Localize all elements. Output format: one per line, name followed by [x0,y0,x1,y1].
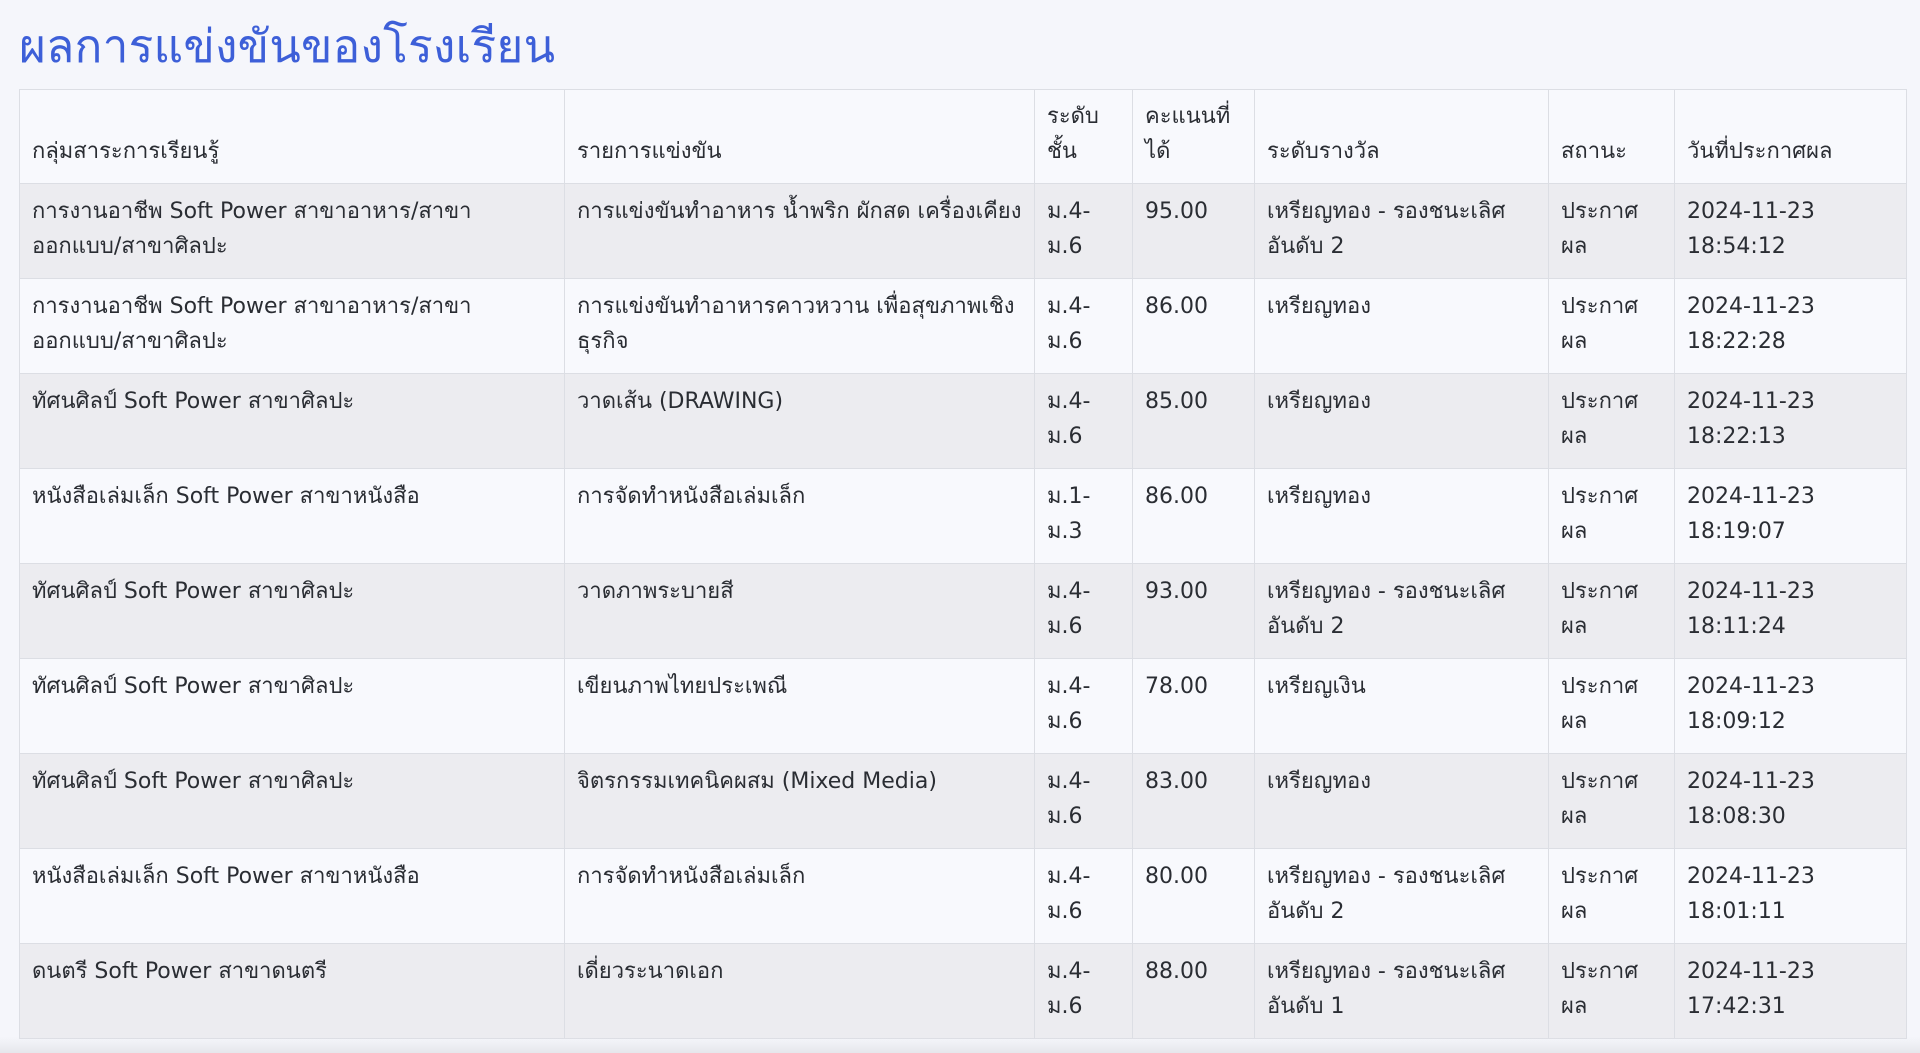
cell-status: ประกาศผล [1548,468,1675,564]
cell-competition: การจัดทำหนังสือเล่มเล็ก [564,468,1035,564]
cell-status: ประกาศผล [1548,373,1675,469]
cell-award-level: เหรียญทอง [1254,468,1549,564]
cell-subject-group: ทัศนศิลป์ Soft Power สาขาศิลปะ [19,563,565,659]
header-score: คะแนนที่ได้ [1132,89,1255,184]
header-subject-group: กลุ่มสาระการเรียนรู้ [19,89,565,184]
cell-announce-date: 2024-11-23 18:11:24 [1674,563,1907,659]
cell-grade-level: ม.4-ม.6 [1034,658,1133,754]
table-row: ทัศนศิลป์ Soft Power สาขาศิลปะ วาดเส้น (… [19,373,1907,469]
cell-competition: จิตรกรรมเทคนิคผสม (Mixed Media) [564,753,1035,849]
header-competition: รายการแข่งขัน [564,89,1035,184]
cell-status: ประกาศผล [1548,278,1675,374]
table-header: กลุ่มสาระการเรียนรู้ รายการแข่งขัน ระดับ… [19,89,1907,184]
cell-competition: การแข่งขันทำอาหารคาวหวาน เพื่อสุขภาพเชิง… [564,278,1035,374]
results-table: กลุ่มสาระการเรียนรู้ รายการแข่งขัน ระดับ… [19,89,1907,1039]
cell-grade-level: ม.4-ม.6 [1034,373,1133,469]
cell-grade-level: ม.4-ม.6 [1034,183,1133,279]
table-row: ทัศนศิลป์ Soft Power สาขาศิลปะ จิตรกรรมเ… [19,753,1907,849]
cell-score: 86.00 [1132,278,1255,374]
table-row: ทัศนศิลป์ Soft Power สาขาศิลปะ วาดภาพระบ… [19,563,1907,659]
cell-award-level: เหรียญทอง [1254,278,1549,374]
cell-subject-group: ทัศนศิลป์ Soft Power สาขาศิลปะ [19,658,565,754]
header-award-level: ระดับรางวัล [1254,89,1549,184]
cell-announce-date: 2024-11-23 17:42:31 [1674,943,1907,1039]
table-row: การงานอาชีพ Soft Power สาขาอาหาร/สาขาออก… [19,183,1907,279]
cell-subject-group: หนังสือเล่มเล็ก Soft Power สาขาหนังสือ [19,848,565,944]
cell-score: 85.00 [1132,373,1255,469]
cell-grade-level: ม.1-ม.3 [1034,468,1133,564]
bottom-fade [0,1037,1920,1053]
cell-subject-group: ทัศนศิลป์ Soft Power สาขาศิลปะ [19,753,565,849]
cell-award-level: เหรียญทอง - รองชนะเลิศอันดับ 1 [1254,943,1549,1039]
cell-announce-date: 2024-11-23 18:09:12 [1674,658,1907,754]
cell-score: 88.00 [1132,943,1255,1039]
cell-grade-level: ม.4-ม.6 [1034,943,1133,1039]
cell-announce-date: 2024-11-23 18:54:12 [1674,183,1907,279]
table-row: หนังสือเล่มเล็ก Soft Power สาขาหนังสือ ก… [19,468,1907,564]
cell-announce-date: 2024-11-23 18:01:11 [1674,848,1907,944]
header-status: สถานะ [1548,89,1675,184]
cell-score: 86.00 [1132,468,1255,564]
cell-status: ประกาศผล [1548,753,1675,849]
cell-competition: วาดภาพระบายสี [564,563,1035,659]
cell-announce-date: 2024-11-23 18:22:13 [1674,373,1907,469]
table-body: การงานอาชีพ Soft Power สาขาอาหาร/สาขาออก… [19,183,1907,1039]
table-row: ดนตรี Soft Power สาขาดนตรี เดี่ยวระนาดเอ… [19,943,1907,1039]
cell-subject-group: ทัศนศิลป์ Soft Power สาขาศิลปะ [19,373,565,469]
cell-competition: เดี่ยวระนาดเอก [564,943,1035,1039]
cell-subject-group: ดนตรี Soft Power สาขาดนตรี [19,943,565,1039]
header-announce-date: วันที่ประกาศผล [1674,89,1907,184]
cell-award-level: เหรียญทอง - รองชนะเลิศอันดับ 2 [1254,848,1549,944]
cell-subject-group: การงานอาชีพ Soft Power สาขาอาหาร/สาขาออก… [19,183,565,279]
page-title: ผลการแข่งขันของโรงเรียน [19,19,556,73]
cell-grade-level: ม.4-ม.6 [1034,563,1133,659]
cell-score: 78.00 [1132,658,1255,754]
cell-competition: การแข่งขันทำอาหาร น้ำพริก ผักสด เครื่องเ… [564,183,1035,279]
cell-grade-level: ม.4-ม.6 [1034,848,1133,944]
cell-subject-group: หนังสือเล่มเล็ก Soft Power สาขาหนังสือ [19,468,565,564]
table-row: ทัศนศิลป์ Soft Power สาขาศิลปะ เขียนภาพไ… [19,658,1907,754]
cell-grade-level: ม.4-ม.6 [1034,753,1133,849]
cell-award-level: เหรียญทอง [1254,373,1549,469]
cell-status: ประกาศผล [1548,183,1675,279]
cell-score: 93.00 [1132,563,1255,659]
cell-announce-date: 2024-11-23 18:08:30 [1674,753,1907,849]
cell-award-level: เหรียญทอง [1254,753,1549,849]
cell-score: 80.00 [1132,848,1255,944]
header-grade-level: ระดับชั้น [1034,89,1133,184]
cell-announce-date: 2024-11-23 18:22:28 [1674,278,1907,374]
cell-competition: เขียนภาพไทยประเพณี [564,658,1035,754]
cell-award-level: เหรียญเงิน [1254,658,1549,754]
cell-status: ประกาศผล [1548,848,1675,944]
cell-competition: วาดเส้น (DRAWING) [564,373,1035,469]
cell-award-level: เหรียญทอง - รองชนะเลิศอันดับ 2 [1254,563,1549,659]
header-row: กลุ่มสาระการเรียนรู้ รายการแข่งขัน ระดับ… [19,89,1907,184]
cell-award-level: เหรียญทอง - รองชนะเลิศอันดับ 2 [1254,183,1549,279]
cell-score: 95.00 [1132,183,1255,279]
table-row: หนังสือเล่มเล็ก Soft Power สาขาหนังสือ ก… [19,848,1907,944]
cell-status: ประกาศผล [1548,658,1675,754]
cell-announce-date: 2024-11-23 18:19:07 [1674,468,1907,564]
cell-competition: การจัดทำหนังสือเล่มเล็ก [564,848,1035,944]
cell-grade-level: ม.4-ม.6 [1034,278,1133,374]
cell-subject-group: การงานอาชีพ Soft Power สาขาอาหาร/สาขาออก… [19,278,565,374]
results-page: ผลการแข่งขันของโรงเรียน กลุ่มสาระการเรีย… [0,0,1920,1053]
cell-score: 83.00 [1132,753,1255,849]
cell-status: ประกาศผล [1548,563,1675,659]
table-row: การงานอาชีพ Soft Power สาขาอาหาร/สาขาออก… [19,278,1907,374]
cell-status: ประกาศผล [1548,943,1675,1039]
